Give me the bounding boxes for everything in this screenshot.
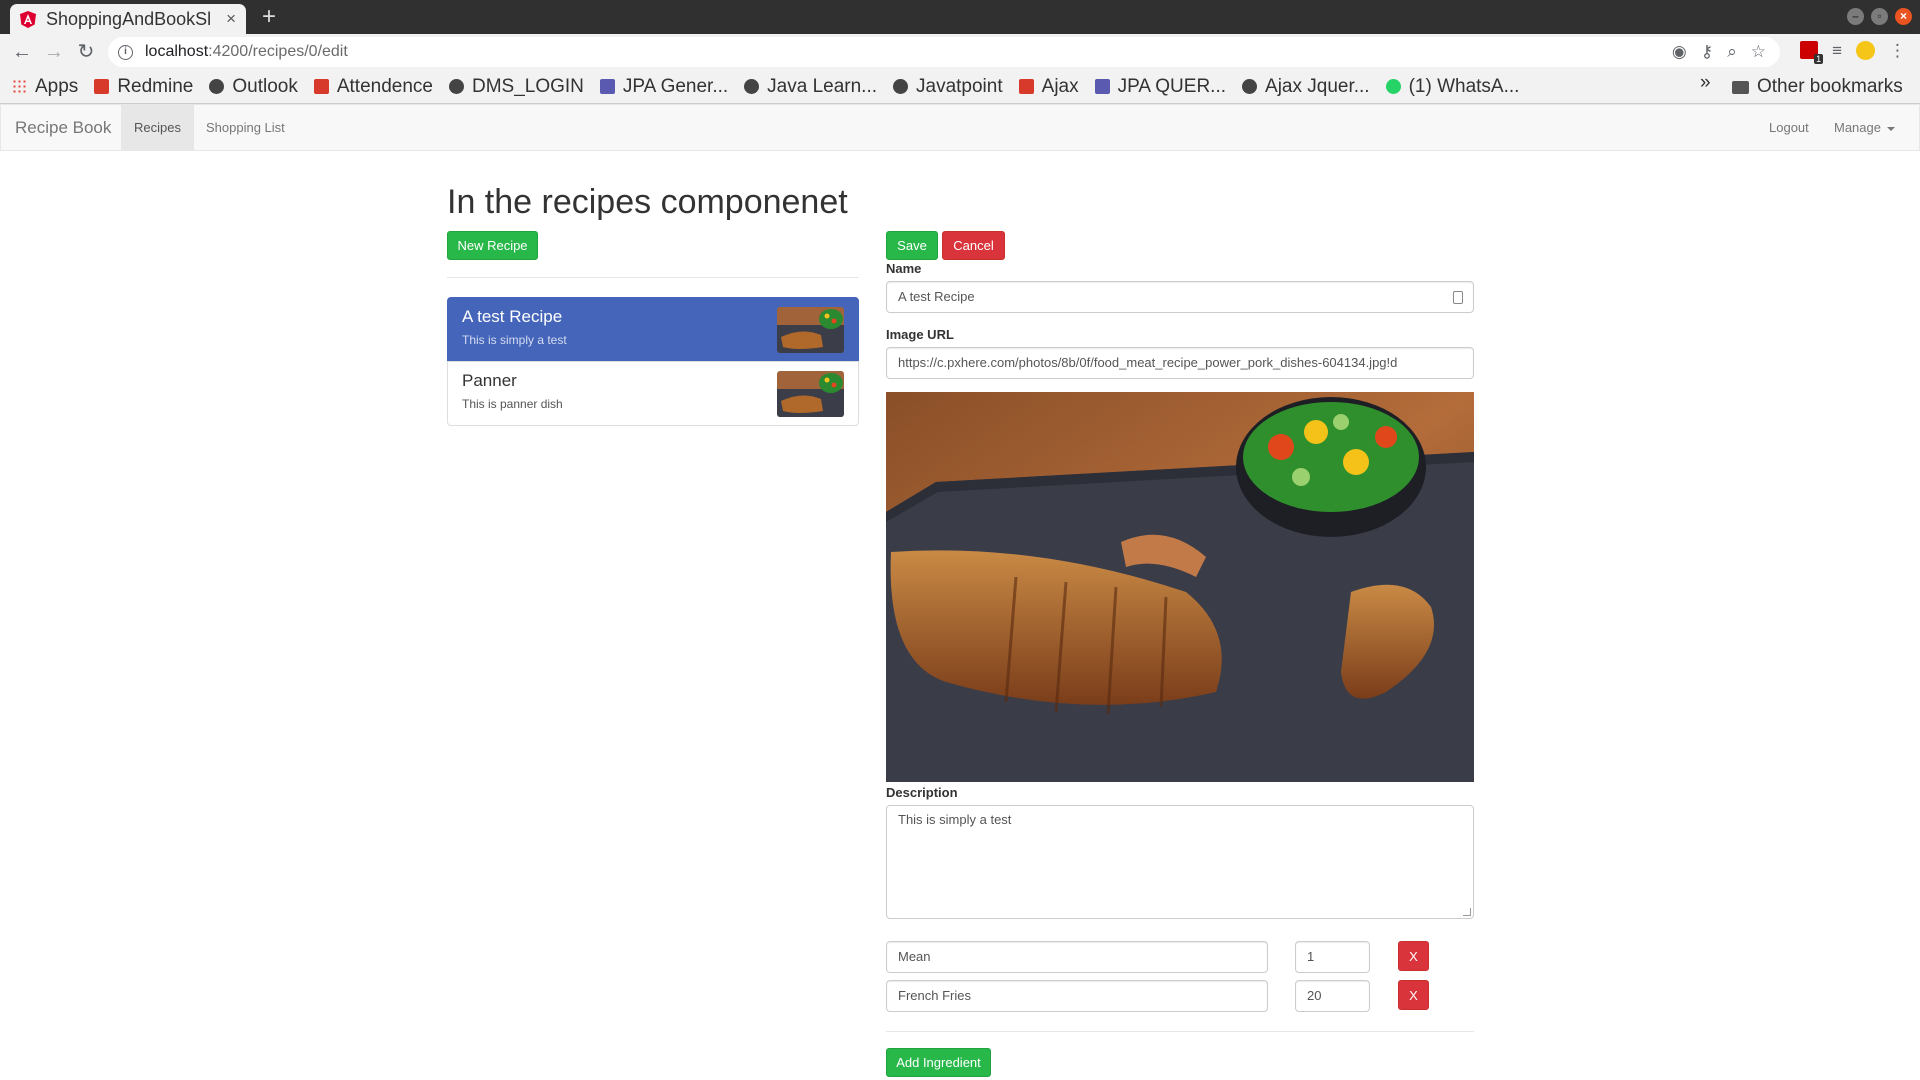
recipe-list-item[interactable]: A test Recipe This is simply a test [447,297,859,362]
recipe-list-item[interactable]: Panner This is panner dish [447,361,859,426]
address-bar-icons: ◉ ⚷ ⌕ ☆ [1672,42,1766,62]
reload-icon[interactable]: ↻ [74,40,98,64]
resize-handle-icon[interactable] [1463,908,1471,916]
recipe-thumbnail [777,371,844,417]
page-icon [599,79,615,94]
key-icon[interactable]: ⚷ [1701,42,1713,62]
bookmark-redmine[interactable]: Redmine [94,76,193,98]
recipe-name: A test Recipe [462,307,563,326]
app-navbar: Recipe Book Recipes Shopping List Logout… [0,104,1920,151]
extension-badge-icon[interactable]: 1 [1800,41,1824,64]
camera-blocked-icon[interactable]: ◉ [1672,42,1687,62]
window-controls: – ▫ × [1847,8,1912,25]
name-input[interactable]: A test Recipe [886,281,1474,313]
description-textarea[interactable]: This is simply a test [886,805,1474,919]
bookmark-apps[interactable]: Apps [12,76,78,98]
info-icon[interactable]: i [118,44,133,60]
bookmark-ajax[interactable]: Ajax [1018,76,1079,98]
star-icon[interactable]: ☆ [1751,42,1766,62]
back-arrow-icon[interactable]: ← [10,40,34,64]
new-recipe-button[interactable]: New Recipe [447,231,538,260]
media-list-icon[interactable]: ≡ [1832,41,1842,61]
close-window-button[interactable]: × [1895,8,1912,25]
remove-ingredient-button[interactable]: X [1398,980,1429,1010]
caret-down-icon [1886,126,1895,131]
profile-emoji-icon[interactable] [1856,41,1875,60]
bookmarks-bar: Apps Redmine Outlook Attendence DMS_LOGI… [0,70,1920,104]
globe-icon [1242,79,1258,94]
nav-logout[interactable]: Logout [1769,105,1809,150]
browser-titlebar: ShoppingAndBookSl × + – ▫ × [0,0,1920,34]
extension-icons: 1 ≡ ⋮ [1800,41,1906,64]
menu-dots-icon[interactable]: ⋮ [1889,41,1906,61]
recipe-description: This is simply a test [462,333,567,347]
recipe-description: This is panner dish [462,397,563,411]
recipe-thumbnail [777,307,844,353]
browser-toolbar: ← → ↻ i localhost:4200/recipes/0/edit ◉ … [0,34,1920,70]
ingredient-amount-input[interactable]: 20 [1295,980,1370,1012]
bookmark-javatpoint[interactable]: Javatpoint [893,76,1003,98]
angular-icon [20,10,36,28]
bookmark-whatsapp[interactable]: (1) WhatsA... [1385,76,1519,98]
bookmark-jpa-quer[interactable]: JPA QUER... [1094,76,1226,98]
bookmark-java-learn[interactable]: Java Learn... [744,76,877,98]
add-ingredient-button[interactable]: Add Ingredient [886,1048,991,1077]
attendence-icon [313,79,329,94]
globe-icon [209,79,225,94]
apps-grid-icon [12,79,27,94]
page-icon [1094,79,1110,94]
minimize-button[interactable]: – [1847,8,1864,25]
zoom-icon[interactable]: ⌕ [1727,42,1737,62]
whatsapp-icon [1385,79,1401,94]
tab-close-icon[interactable]: × [226,9,236,29]
globe-icon [893,79,909,94]
nav-manage-dropdown[interactable]: Manage [1834,105,1895,150]
forward-arrow-icon[interactable]: → [42,40,66,64]
browser-tab[interactable]: ShoppingAndBookSl × [10,4,246,34]
recipe-list: A test Recipe This is simply a test Pann… [447,297,859,426]
ingredient-name-input[interactable]: Mean [886,941,1268,973]
nav-shopping-list[interactable]: Shopping List [193,105,298,150]
bookmark-outlook[interactable]: Outlook [209,76,298,98]
bookmark-jpa-gener[interactable]: JPA Gener... [599,76,728,98]
folder-icon [1732,80,1749,94]
recipe-image-preview [886,392,1474,782]
save-button[interactable]: Save [886,231,938,260]
navbar-brand[interactable]: Recipe Book [15,118,111,138]
image-url-input[interactable]: https://c.pxhere.com/photos/8b/0f/food_m… [886,347,1474,379]
image-url-label: Image URL [886,327,954,342]
other-bookmarks[interactable]: Other bookmarks [1732,70,1903,104]
cancel-button[interactable]: Cancel [942,231,1005,260]
bookmark-dms-login[interactable]: DMS_LOGIN [448,76,584,98]
description-label: Description [886,785,958,800]
globe-icon [448,79,464,94]
ingredient-name-input[interactable]: French Fries [886,980,1268,1012]
maximize-button[interactable]: ▫ [1871,8,1888,25]
recipe-name: Panner [462,371,517,390]
ajax-icon [1018,79,1034,94]
autofill-icon[interactable] [1453,291,1463,304]
bookmark-attendence[interactable]: Attendence [313,76,433,98]
address-bar[interactable]: i localhost:4200/recipes/0/edit ◉ ⚷ ⌕ ☆ [108,37,1780,67]
ingredient-amount-input[interactable]: 1 [1295,941,1370,973]
bookmark-ajax-jquer[interactable]: Ajax Jquer... [1242,76,1370,98]
new-tab-button[interactable]: + [262,2,276,32]
divider [447,277,859,278]
url-text: localhost:4200/recipes/0/edit [145,43,348,60]
divider [886,1031,1474,1032]
tab-title: ShoppingAndBookSl [46,8,212,29]
page-title: In the recipes componenet [447,183,848,221]
remove-ingredient-button[interactable]: X [1398,941,1429,971]
nav-recipes[interactable]: Recipes [121,105,194,150]
name-label: Name [886,261,922,276]
redmine-icon [94,79,110,94]
bookmarks-more-button[interactable]: » [1700,72,1711,94]
globe-icon [744,79,760,94]
